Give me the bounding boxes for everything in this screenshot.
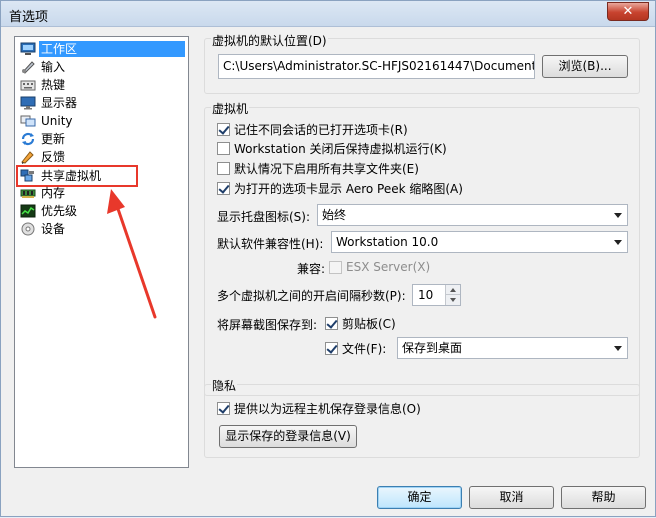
display-icon — [20, 96, 36, 110]
startup-delay-stepper[interactable]: 10 — [412, 284, 461, 306]
save-login-checkbox[interactable]: 提供以为远程主机保存登录信息(O) — [217, 399, 421, 417]
vm-location-title: 虚拟机的默认位置(D) — [211, 32, 328, 49]
tree-item-unity[interactable]: Unity — [20, 112, 187, 130]
checkbox-box[interactable] — [217, 401, 230, 415]
tree-item-label: 显示器 — [41, 96, 78, 110]
checkbox-label: 为打开的选项卡显示 Aero Peek 缩略图(A) — [234, 181, 463, 196]
checkbox-label: 文件(F): — [342, 341, 387, 356]
tree-item-memory[interactable]: 内存 — [20, 184, 187, 202]
stepper-up-icon[interactable] — [445, 285, 460, 295]
tree-item-label: 更新 — [41, 132, 66, 146]
vm-location-path-field[interactable]: C:\Users\Administrator.SC-HFJS02161447\D… — [218, 54, 535, 79]
startup-delay-label: 多个虚拟机之间的开启间隔秒数(P): — [217, 289, 406, 303]
tree-item-workspace[interactable]: 工作区 — [20, 40, 187, 58]
screenshot-label: 将屏幕截图保存到: — [217, 318, 318, 332]
input-icon — [20, 60, 36, 74]
tree-item-priority[interactable]: 优先级 — [20, 202, 187, 220]
cancel-button[interactable]: 取消 — [469, 486, 554, 509]
tree-item-label: 内存 — [41, 186, 66, 200]
checkbox-box[interactable] — [217, 181, 230, 195]
vm-group-title: 虚拟机 — [211, 100, 250, 117]
tree-item-label: Unity — [41, 114, 73, 128]
checkbox-box[interactable] — [325, 316, 338, 330]
checkbox-label: 提供以为远程主机保存登录信息(O) — [234, 401, 421, 416]
title-bar: 首选项 ✕ — [1, 1, 655, 27]
tree-item-label: 输入 — [41, 60, 66, 74]
compat-sub-label: 兼容: — [297, 262, 326, 276]
tree-item-hotkey[interactable]: 热键 — [20, 76, 187, 94]
chevron-down-icon — [614, 240, 622, 245]
tray-icon-label: 显示托盘图标(S): — [217, 210, 311, 224]
shared-vm-icon — [20, 169, 36, 183]
checkbox-label: Workstation 关闭后保持虚拟机运行(K) — [234, 141, 447, 156]
tree-item-label: 优先级 — [41, 204, 78, 218]
tree-item-update[interactable]: 更新 — [20, 130, 187, 148]
dialog-body: 工作区 输入 热键 显示器 Unity 更新 反馈 共享虚拟机 内存 优先级 设… — [1, 28, 655, 516]
unity-icon — [20, 114, 36, 128]
close-button[interactable]: ✕ — [607, 2, 649, 21]
checkbox-box[interactable] — [217, 141, 230, 155]
ok-button[interactable]: 确定 — [377, 486, 462, 509]
esx-server-checkbox[interactable]: ESX Server(X) — [329, 258, 430, 276]
share-folders-checkbox[interactable]: 默认情况下启用所有共享文件夹(E) — [217, 159, 419, 177]
checkbox-box[interactable] — [217, 122, 230, 136]
stepper-down-icon[interactable] — [445, 295, 460, 305]
tray-icon-select[interactable]: 始终 — [317, 204, 628, 226]
aero-peek-checkbox[interactable]: 为打开的选项卡显示 Aero Peek 缩略图(A) — [217, 179, 463, 197]
browse-button[interactable]: 浏览(B)... — [542, 55, 628, 78]
keep-running-checkbox[interactable]: Workstation 关闭后保持虚拟机运行(K) — [217, 139, 447, 157]
tree-item-label: 共享虚拟机 — [41, 169, 102, 183]
checkbox-label: ESX Server(X) — [346, 260, 431, 274]
clipboard-checkbox[interactable]: 剪贴板(C) — [325, 314, 396, 332]
chevron-down-icon — [614, 346, 622, 351]
devices-icon — [20, 222, 36, 236]
checkbox-box[interactable] — [329, 260, 342, 274]
tree-item-label: 设备 — [41, 222, 66, 236]
tree-item-display[interactable]: 显示器 — [20, 94, 187, 112]
memory-icon — [20, 186, 36, 200]
checkbox-box[interactable] — [325, 341, 338, 355]
compat-label: 默认软件兼容性(H): — [217, 237, 324, 251]
remember-tabs-checkbox[interactable]: 记住不同会话的已打开选项卡(R) — [217, 120, 408, 138]
priority-icon — [20, 204, 36, 218]
show-saved-login-button[interactable]: 显示保存的登录信息(V) — [219, 425, 357, 448]
tree-item-feedback[interactable]: 反馈 — [20, 148, 187, 166]
chevron-down-icon — [614, 213, 622, 218]
preferences-dialog: 首选项 ✕ 工作区 输入 热键 显示器 Unity 更新 反馈 共享虚拟机 内存… — [0, 0, 656, 517]
checkbox-label: 默认情况下启用所有共享文件夹(E) — [234, 161, 419, 176]
tree-item-label: 工作区 — [39, 41, 185, 57]
feedback-icon — [20, 150, 36, 164]
help-button[interactable]: 帮助 — [561, 486, 646, 509]
workspace-icon — [20, 42, 36, 56]
privacy-title: 隐私 — [211, 377, 238, 394]
select-value: Workstation 10.0 — [336, 235, 439, 249]
select-value: 保存到桌面 — [402, 341, 463, 355]
select-value: 始终 — [322, 208, 347, 222]
file-checkbox[interactable]: 文件(F): — [325, 339, 386, 357]
update-icon — [20, 132, 36, 146]
screenshot-file-select[interactable]: 保存到桌面 — [397, 337, 628, 359]
compat-select[interactable]: Workstation 10.0 — [331, 231, 628, 253]
tree-item-shared-vm[interactable]: 共享虚拟机 — [16, 165, 138, 187]
hotkey-icon — [20, 78, 36, 92]
window-title: 首选项 — [9, 10, 49, 25]
tree-item-label: 反馈 — [41, 150, 66, 164]
category-tree: 工作区 输入 热键 显示器 Unity 更新 反馈 共享虚拟机 内存 优先级 设… — [14, 36, 189, 468]
tree-item-input[interactable]: 输入 — [20, 58, 187, 76]
close-icon: ✕ — [622, 4, 634, 19]
checkbox-label: 剪贴板(C) — [342, 316, 396, 331]
checkbox-box[interactable] — [217, 161, 230, 175]
stepper-value: 10 — [418, 288, 434, 302]
tree-item-label: 热键 — [41, 78, 66, 92]
tree-item-devices[interactable]: 设备 — [20, 220, 187, 238]
checkbox-label: 记住不同会话的已打开选项卡(R) — [234, 122, 408, 137]
